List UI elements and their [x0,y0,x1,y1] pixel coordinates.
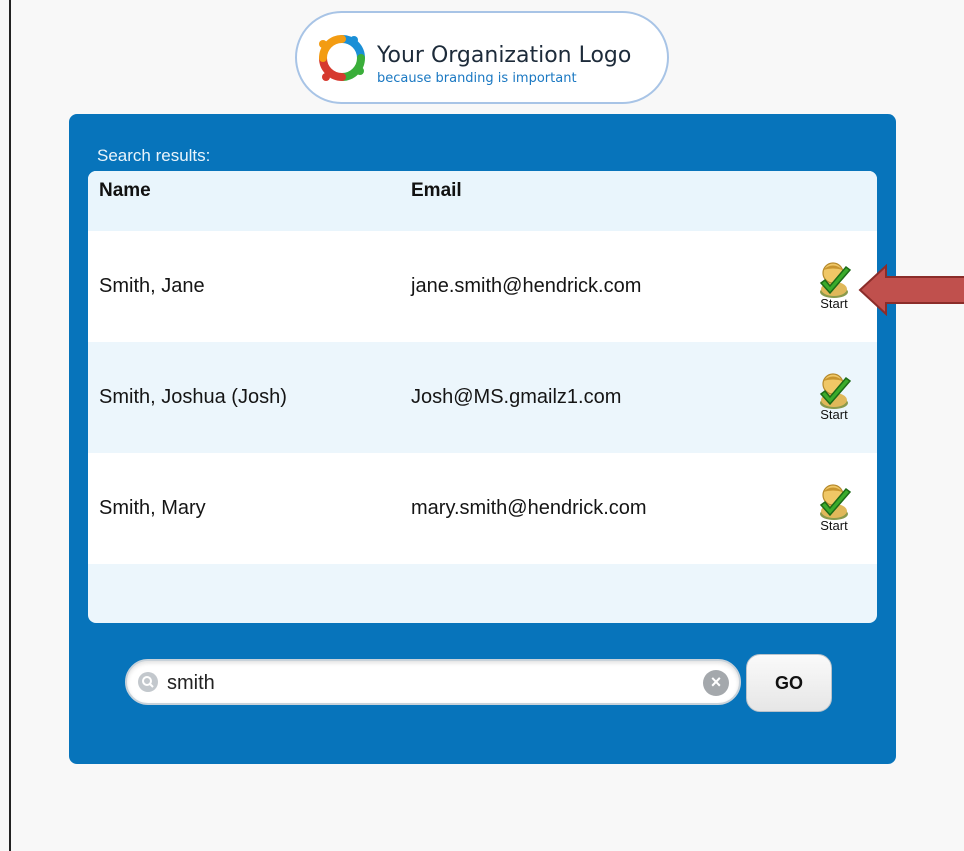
table-row: Smith, Mary mary.smith@hendrick.com Star… [88,453,877,564]
go-button[interactable]: GO [746,654,832,712]
user-check-icon [819,373,852,409]
logo-title: Your Organization Logo [377,43,632,68]
search-input[interactable] [165,667,689,699]
table-header: Name Email [88,171,877,231]
start-button[interactable]: Start [806,258,862,316]
row-name: Smith, Jane [99,275,205,297]
user-check-icon [819,484,852,520]
table-row: Smith, Jane jane.smith@hendrick.com Star… [88,231,877,342]
arrow-pointing-left [858,264,964,316]
row-name: Smith, Joshua (Josh) [99,386,287,408]
start-label: Start [820,518,848,533]
column-header-email: Email [411,180,462,201]
row-email: Josh@MS.gmailz1.com [411,386,622,408]
logo-people-icon [319,35,365,81]
user-check-icon [819,262,852,298]
results-label: Search results: [97,146,211,165]
row-email: jane.smith@hendrick.com [411,275,642,297]
clear-icon[interactable]: × [703,670,729,696]
start-label: Start [820,407,848,422]
row-name: Smith, Mary [99,497,206,519]
page-frame: Your Organization Logo because branding … [9,0,964,851]
results-table: Name Email Smith, Jane jane.smith@hendri… [88,171,877,623]
start-label: Start [820,296,848,311]
search-icon [138,672,158,692]
search-results-panel: Search results: Name Email Smith, Jane j… [69,114,896,764]
start-button[interactable]: Start [806,369,862,427]
column-header-name: Name [99,180,151,201]
start-button[interactable]: Start [806,480,862,538]
organization-logo: Your Organization Logo because branding … [295,11,669,104]
logo-tagline: because branding is important [377,71,577,86]
row-email: mary.smith@hendrick.com [411,497,647,519]
table-row: Smith, Joshua (Josh) Josh@MS.gmailz1.com… [88,342,877,453]
search-box: × [125,659,741,705]
